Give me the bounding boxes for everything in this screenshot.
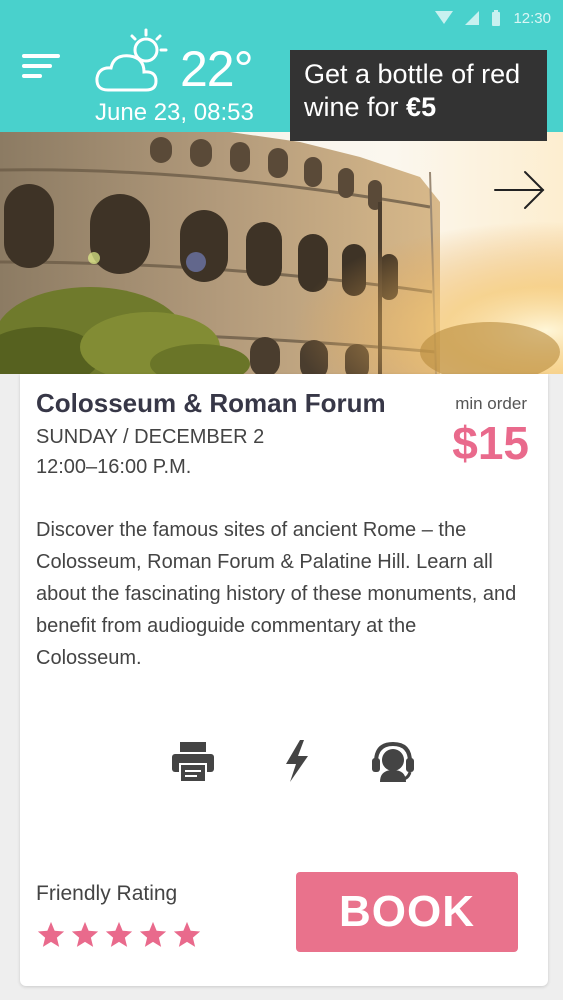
printer-icon: [172, 742, 214, 783]
lightning-icon: [286, 740, 308, 782]
star-icon: [37, 921, 65, 947]
promo-price: €5: [406, 92, 437, 122]
tour-description: Discover the famous sites of ancient Rom…: [36, 519, 517, 669]
min-order-label: min order: [455, 394, 527, 413]
promo-banner[interactable]: Get a bottle of red wine for €5: [290, 50, 547, 141]
temperature: 22°: [180, 41, 254, 97]
star-icon: [71, 921, 99, 947]
menu-icon[interactable]: [22, 54, 60, 84]
star-icon: [173, 921, 201, 947]
tour-price: $15: [452, 417, 529, 469]
star-icon: [105, 921, 133, 947]
next-arrow-icon[interactable]: [493, 170, 547, 210]
status-time: 12:30: [513, 9, 551, 27]
battery-icon: [492, 10, 501, 26]
wifi-icon: [435, 11, 454, 24]
partly-cloudy-icon: [95, 28, 168, 92]
star-icon: [139, 921, 167, 947]
tour-card: Colosseum & Roman Forum SUNDAY / DECEMBE…: [20, 374, 548, 986]
headset-support-icon: [372, 741, 414, 782]
feature-icons: [168, 736, 414, 786]
date-time: June 23, 08:53: [95, 99, 254, 126]
rating-label: Friendly Rating: [36, 882, 178, 905]
status-bar: 12:30: [435, 8, 551, 28]
tour-day: SUNDAY / DECEMBER 2: [36, 426, 265, 448]
star-rating: [36, 920, 202, 952]
tour-title: Colosseum & Roman Forum: [36, 388, 386, 418]
book-button[interactable]: BOOK: [296, 872, 518, 952]
signal-icon: [465, 11, 480, 25]
hero-image: [0, 132, 563, 374]
tour-hours: 12:00–16:00 P.M.: [36, 456, 192, 478]
